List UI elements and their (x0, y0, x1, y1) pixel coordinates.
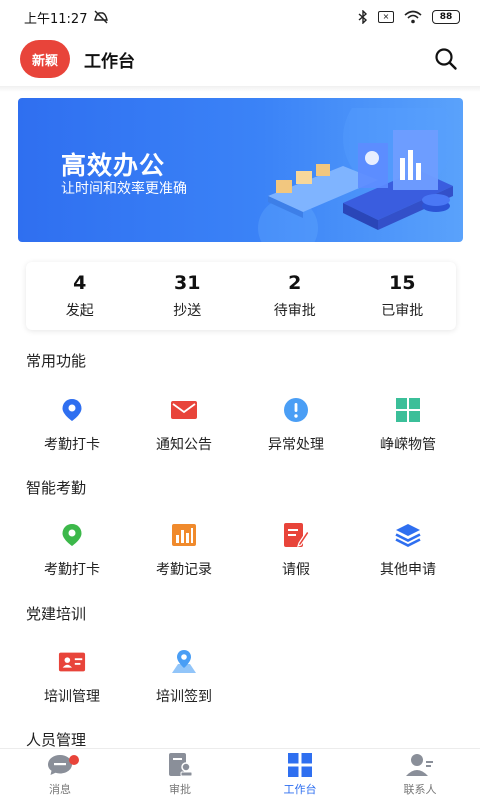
stat-label: 抄送 (173, 303, 202, 319)
approval-stats-card: 4 发起 31 抄送 2 待审批 15 已审批 (26, 262, 456, 330)
banner-illustration (258, 108, 453, 242)
function-attendance-checkin[interactable]: 考勤打卡 (16, 396, 128, 466)
tab-label: 工作台 (283, 783, 317, 796)
tab-label: 消息 (49, 783, 71, 796)
common-functions-row: 考勤打卡 通知公告 异常处理 峥嵘物管 (16, 396, 464, 466)
section-title-personnel: 人员管理 (26, 731, 87, 749)
attendance-functions-row: 考勤打卡 考勤记录 请假 其他申请 (16, 521, 464, 591)
stat-value: 2 (288, 272, 302, 294)
grid-icon (394, 396, 422, 424)
function-exception-handling[interactable]: 异常处理 (240, 396, 352, 466)
bottom-tab-bar: 消息 审批 工作台 联系人 (0, 748, 480, 800)
wifi-icon (404, 10, 422, 24)
function-training-management[interactable]: 培训管理 (16, 648, 128, 718)
stat-value: 15 (389, 272, 416, 294)
stat-value: 4 (73, 272, 87, 294)
location-pin-icon (58, 396, 86, 424)
header-divider (0, 86, 480, 92)
function-label: 考勤打卡 (44, 562, 100, 578)
tab-messages[interactable]: 消息 (0, 749, 120, 800)
function-property-management[interactable]: 峥嵘物管 (352, 396, 464, 466)
tab-workbench[interactable]: 工作台 (240, 749, 360, 800)
function-label: 请假 (282, 562, 310, 578)
function-label: 峥嵘物管 (380, 437, 436, 453)
training-functions-row: 培训管理 培训签到 (16, 648, 464, 718)
alert-icon (282, 396, 310, 424)
function-label: 异常处理 (268, 437, 324, 453)
workbench-icon (288, 753, 312, 777)
function-label: 通知公告 (156, 437, 212, 453)
status-bar: 上午11:27 × 88 (0, 0, 480, 34)
map-pin-icon (170, 648, 198, 676)
app-header: 新颖 工作台 (0, 34, 480, 84)
stat-initiated[interactable]: 4 发起 (26, 262, 134, 330)
approval-icon (169, 753, 193, 777)
promo-banner[interactable]: 高效办公 让时间和效率更准确 (18, 98, 463, 242)
section-title-attendance: 智能考勤 (26, 479, 87, 497)
search-icon (435, 48, 457, 70)
tab-contacts[interactable]: 联系人 (360, 749, 480, 800)
edit-doc-icon (282, 521, 310, 549)
page-title: 工作台 (84, 51, 135, 72)
tab-label: 审批 (169, 783, 191, 796)
stat-approved[interactable]: 15 已审批 (349, 262, 457, 330)
section-title-training: 党建培训 (26, 605, 87, 623)
mail-icon (170, 396, 198, 424)
function-label: 培训管理 (44, 689, 100, 705)
stat-value: 31 (174, 272, 201, 294)
function-attendance-checkin-smart[interactable]: 考勤打卡 (16, 521, 128, 591)
function-label: 考勤打卡 (44, 437, 100, 453)
do-not-disturb-icon (94, 10, 109, 24)
bar-chart-icon (170, 521, 198, 549)
stat-label: 已审批 (381, 303, 424, 319)
id-card-icon (58, 648, 86, 676)
stat-cc[interactable]: 31 抄送 (134, 262, 242, 330)
function-notices[interactable]: 通知公告 (128, 396, 240, 466)
tab-approval[interactable]: 审批 (120, 749, 240, 800)
stat-label: 待审批 (273, 303, 316, 319)
function-attendance-records[interactable]: 考勤记录 (128, 521, 240, 591)
contacts-icon (406, 754, 433, 776)
location-pin-icon (58, 521, 86, 549)
company-logo: 新颖 (20, 40, 70, 78)
function-label: 培训签到 (156, 689, 212, 705)
sim-icon: × (378, 11, 394, 23)
function-leave-request[interactable]: 请假 (240, 521, 352, 591)
stat-pending[interactable]: 2 待审批 (241, 262, 349, 330)
bluetooth-icon (358, 10, 368, 24)
battery-indicator: 88 (432, 10, 460, 24)
layers-icon (394, 521, 422, 549)
section-title-common: 常用功能 (26, 352, 87, 370)
unread-badge (69, 755, 79, 765)
function-label: 其他申请 (380, 562, 436, 578)
search-button[interactable] (432, 45, 460, 73)
function-training-signin[interactable]: 培训签到 (128, 648, 240, 718)
function-label: 考勤记录 (156, 562, 212, 578)
tab-label: 联系人 (403, 783, 437, 796)
status-time: 上午11:27 (24, 11, 88, 27)
function-other-requests[interactable]: 其他申请 (352, 521, 464, 591)
banner-title: 高效办公 (61, 151, 166, 180)
stat-label: 发起 (65, 303, 94, 319)
banner-subtitle: 让时间和效率更准确 (61, 181, 187, 197)
